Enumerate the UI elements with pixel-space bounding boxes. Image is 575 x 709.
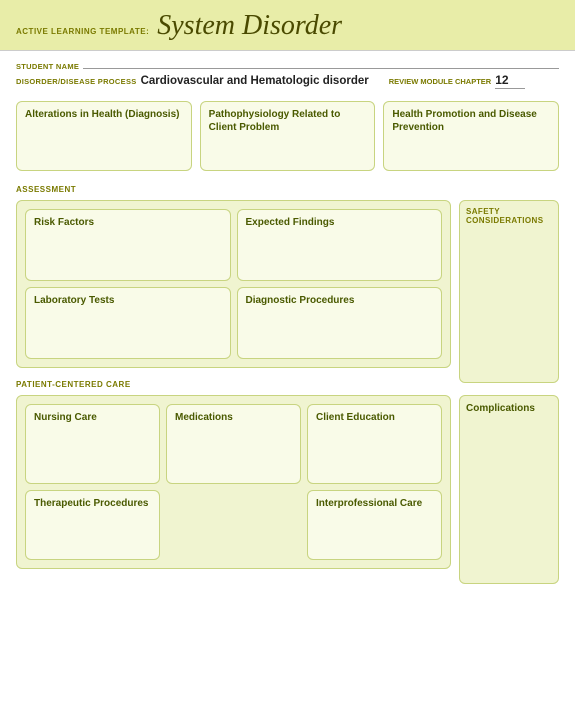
safety-column: SAFETY CONSIDERATIONS: [459, 185, 559, 368]
diagnostic-procedures-title: Diagnostic Procedures: [246, 294, 434, 307]
expected-findings-box: Expected Findings: [237, 209, 443, 281]
student-name-field[interactable]: [83, 57, 559, 69]
top-box-health-promotion-title: Health Promotion and Disease Prevention: [392, 108, 550, 134]
pcc-row1: Nursing Care Medications Client Educatio…: [25, 404, 442, 484]
pcc-left: PATIENT-CENTERED CARE Nursing Care Medic…: [16, 380, 451, 569]
top-box-alterations: Alterations in Health (Diagnosis): [16, 101, 192, 171]
top-box-alterations-title: Alterations in Health (Diagnosis): [25, 108, 183, 121]
safety-header-spacer: [459, 185, 559, 194]
medications-box: Medications: [166, 404, 301, 484]
assessment-outer: Risk Factors Expected Findings Laborator…: [16, 200, 451, 368]
student-name-label: STUDENT NAME: [16, 62, 79, 71]
nursing-care-title: Nursing Care: [34, 411, 151, 424]
therapeutic-procedures-box: Therapeutic Procedures: [25, 490, 160, 560]
template-type: System Disorder: [157, 10, 342, 42]
disorder-label: DISORDER/DISEASE PROCESS: [16, 77, 137, 86]
student-info: STUDENT NAME DISORDER/DISEASE PROCESS Ca…: [0, 51, 575, 93]
pcc-outer: Nursing Care Medications Client Educatio…: [16, 395, 451, 569]
safety-box: SAFETY CONSIDERATIONS: [459, 200, 559, 383]
complications-column: Complications: [459, 380, 559, 569]
diagnostic-procedures-box: Diagnostic Procedures: [237, 287, 443, 359]
top-box-pathophysiology-title: Pathophysiology Related to Client Proble…: [209, 108, 367, 134]
therapeutic-procedures-title: Therapeutic Procedures: [34, 497, 151, 510]
client-education-box: Client Education: [307, 404, 442, 484]
laboratory-tests-box: Laboratory Tests: [25, 287, 231, 359]
active-learning-label: ACTIVE LEARNING TEMPLATE:: [16, 27, 149, 36]
risk-factors-box: Risk Factors: [25, 209, 231, 281]
complications-title: Complications: [466, 402, 552, 415]
top-boxes: Alterations in Health (Diagnosis) Pathop…: [0, 93, 575, 179]
assessment-section: ASSESSMENT Risk Factors Expected Finding…: [0, 179, 575, 374]
review-module-label: REVIEW MODULE CHAPTER: [389, 77, 492, 86]
pcc-row2: Therapeutic Procedures Interprofessional…: [25, 490, 442, 560]
expected-findings-title: Expected Findings: [246, 216, 434, 229]
pcc-empty-col: [166, 490, 301, 560]
interprofessional-care-box: Interprofessional Care: [307, 490, 442, 560]
complications-box: Complications: [459, 395, 559, 584]
pcc-label: PATIENT-CENTERED CARE: [16, 380, 451, 389]
assessment-grid: Risk Factors Expected Findings Laborator…: [25, 209, 442, 359]
risk-factors-title: Risk Factors: [34, 216, 222, 229]
pcc-section: PATIENT-CENTERED CARE Nursing Care Medic…: [0, 374, 575, 575]
top-box-health-promotion: Health Promotion and Disease Prevention: [383, 101, 559, 171]
complications-spacer: [459, 380, 559, 389]
top-box-pathophysiology: Pathophysiology Related to Client Proble…: [200, 101, 376, 171]
disorder-value: Cardiovascular and Hematologic disorder: [141, 75, 369, 87]
chapter-value: 12: [495, 73, 525, 89]
header: ACTIVE LEARNING TEMPLATE: System Disorde…: [0, 0, 575, 51]
laboratory-tests-title: Laboratory Tests: [34, 294, 222, 307]
client-education-title: Client Education: [316, 411, 433, 424]
safety-title: SAFETY CONSIDERATIONS: [466, 207, 552, 225]
interprofessional-care-title: Interprofessional Care: [316, 497, 433, 510]
assessment-label: ASSESSMENT: [16, 185, 451, 194]
nursing-care-box: Nursing Care: [25, 404, 160, 484]
assessment-left: ASSESSMENT Risk Factors Expected Finding…: [16, 185, 451, 368]
medications-title: Medications: [175, 411, 292, 424]
